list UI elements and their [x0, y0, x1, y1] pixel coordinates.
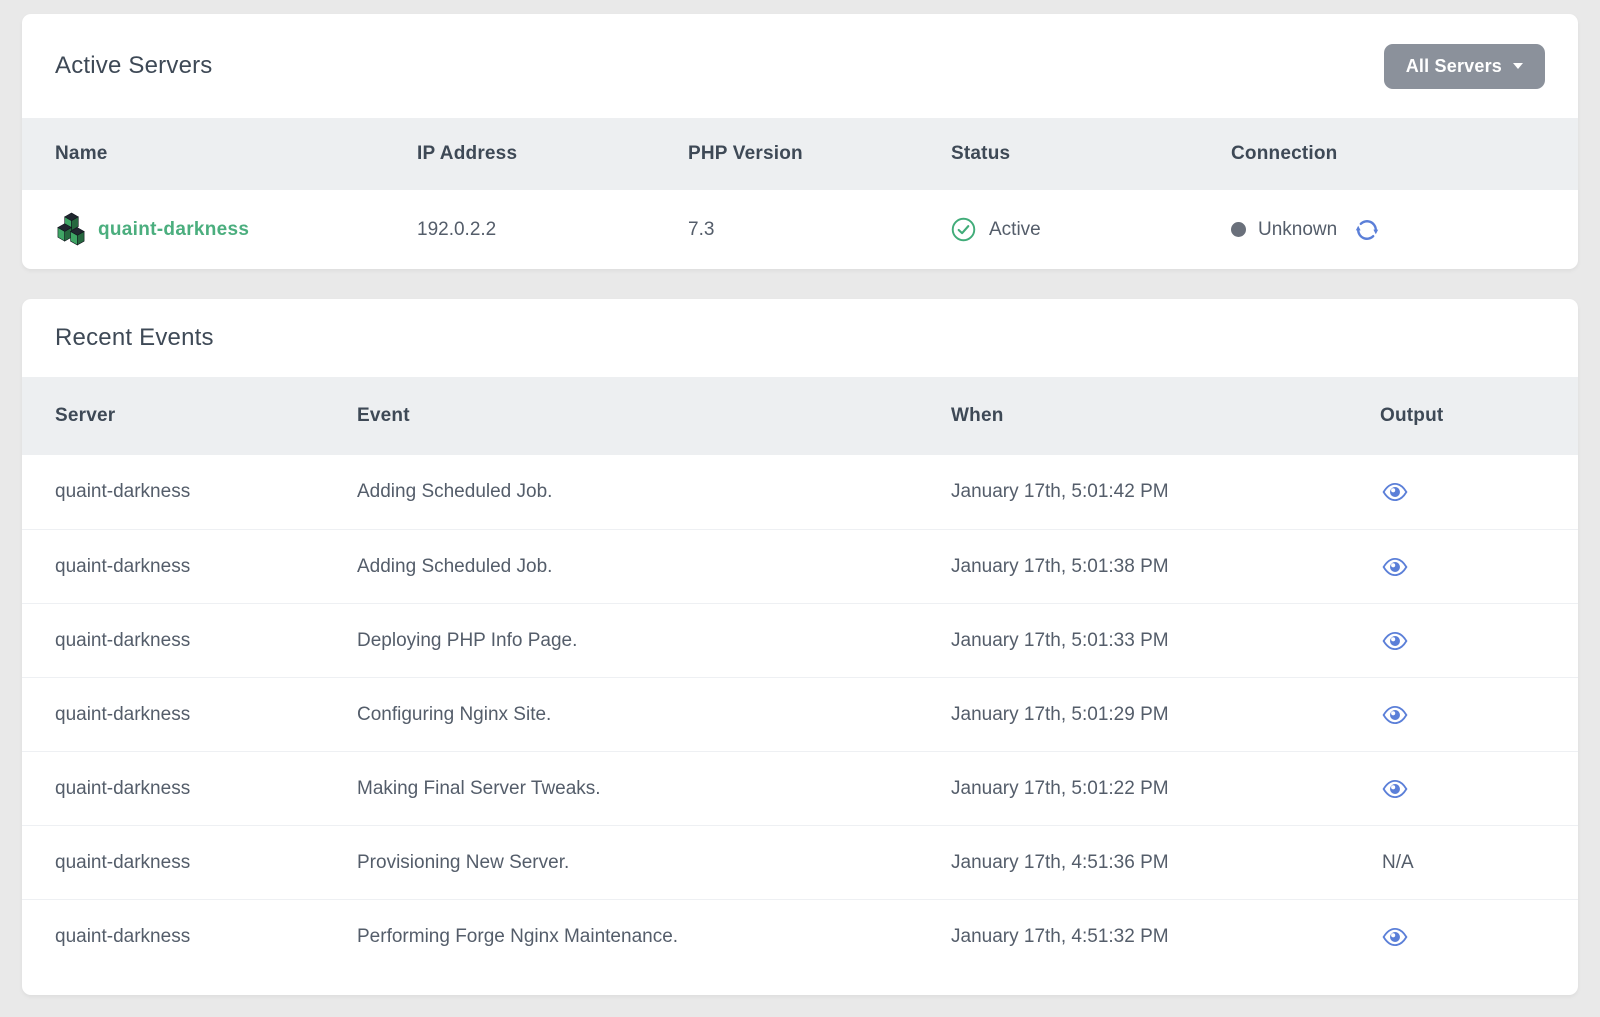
column-header-ip: IP Address — [417, 143, 688, 165]
server-name-link[interactable]: quaint-darkness — [98, 219, 249, 241]
event-timestamp: January 17th, 5:01:38 PM — [951, 556, 1380, 578]
column-header-server: Server — [55, 405, 357, 427]
active-servers-title: Active Servers — [55, 52, 213, 80]
dashboard-page: Active Servers All Servers Name IP Addre… — [0, 0, 1600, 995]
all-servers-dropdown-button[interactable]: All Servers — [1384, 44, 1545, 89]
event-server-name: quaint-darkness — [55, 704, 357, 726]
column-header-output: Output — [1380, 405, 1545, 427]
event-row: quaint-darkness Configuring Nginx Site. … — [22, 677, 1578, 751]
event-description: Adding Scheduled Job. — [357, 556, 951, 578]
column-header-when: When — [951, 405, 1380, 427]
column-header-connection: Connection — [1231, 143, 1545, 165]
column-header-php: PHP Version — [688, 143, 951, 165]
server-php-version: 7.3 — [688, 219, 951, 241]
event-server-name: quaint-darkness — [55, 556, 357, 578]
eye-icon[interactable] — [1380, 631, 1408, 651]
event-row: quaint-darkness Deploying PHP Info Page.… — [22, 603, 1578, 677]
event-timestamp: January 17th, 5:01:42 PM — [951, 481, 1380, 503]
eye-icon[interactable] — [1380, 705, 1408, 725]
server-ip: 192.0.2.2 — [417, 219, 688, 241]
event-description: Adding Scheduled Job. — [357, 481, 951, 503]
event-timestamp: January 17th, 5:01:29 PM — [951, 704, 1380, 726]
event-server-name: quaint-darkness — [55, 926, 357, 948]
event-description: Deploying PHP Info Page. — [357, 630, 951, 652]
column-header-name: Name — [55, 143, 417, 165]
recent-events-table-header: Server Event When Output — [22, 377, 1578, 455]
event-description: Provisioning New Server. — [357, 852, 951, 874]
event-timestamp: January 17th, 5:01:22 PM — [951, 778, 1380, 800]
event-server-name: quaint-darkness — [55, 852, 357, 874]
eye-icon[interactable] — [1380, 927, 1408, 947]
event-timestamp: January 17th, 4:51:32 PM — [951, 926, 1380, 948]
event-server-name: quaint-darkness — [55, 630, 357, 652]
event-row: quaint-darkness Provisioning New Server.… — [22, 825, 1578, 899]
server-row: quaint-darkness 192.0.2.2 7.3 Active Unk… — [22, 190, 1578, 269]
active-servers-card: Active Servers All Servers Name IP Addre… — [22, 14, 1578, 269]
active-servers-table-header: Name IP Address PHP Version Status Conne… — [22, 118, 1578, 190]
column-header-status: Status — [951, 143, 1231, 165]
output-not-available: N/A — [1380, 852, 1414, 874]
event-description: Making Final Server Tweaks. — [357, 778, 951, 800]
eye-icon[interactable] — [1380, 779, 1408, 799]
event-row: quaint-darkness Making Final Server Twea… — [22, 751, 1578, 825]
connection-status-label: Unknown — [1258, 219, 1337, 241]
server-cubes-icon — [55, 211, 88, 248]
server-status-label: Active — [989, 219, 1041, 241]
connection-dot-icon — [1231, 222, 1246, 237]
event-row: quaint-darkness Adding Scheduled Job. Ja… — [22, 529, 1578, 603]
event-row: quaint-darkness Performing Forge Nginx M… — [22, 899, 1578, 973]
all-servers-dropdown-label: All Servers — [1406, 56, 1502, 77]
event-timestamp: January 17th, 5:01:33 PM — [951, 630, 1380, 652]
event-description: Performing Forge Nginx Maintenance. — [357, 926, 951, 948]
event-description: Configuring Nginx Site. — [357, 704, 951, 726]
event-timestamp: January 17th, 4:51:36 PM — [951, 852, 1380, 874]
event-server-name: quaint-darkness — [55, 481, 357, 503]
event-server-name: quaint-darkness — [55, 778, 357, 800]
column-header-event: Event — [357, 405, 951, 427]
refresh-connection-icon[interactable] — [1354, 217, 1380, 243]
recent-events-title: Recent Events — [55, 324, 214, 352]
check-circle-icon — [951, 217, 976, 242]
recent-events-card: Recent Events Server Event When Output q… — [22, 299, 1578, 995]
event-row: quaint-darkness Adding Scheduled Job. Ja… — [22, 455, 1578, 529]
eye-icon[interactable] — [1380, 557, 1408, 577]
eye-icon[interactable] — [1380, 482, 1408, 502]
caret-down-icon — [1513, 63, 1523, 69]
